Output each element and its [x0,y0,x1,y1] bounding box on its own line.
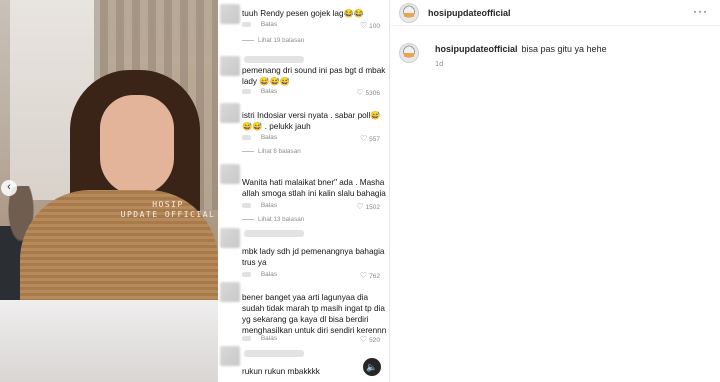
like-count-value: 762 [369,273,380,280]
view-replies-link[interactable]: Lihat 19 balasan [242,37,304,44]
comment-time [242,271,251,277]
avatar[interactable] [220,4,240,24]
avatar[interactable] [220,103,240,123]
avatar[interactable] [220,282,240,302]
reply-button[interactable]: Balas [261,335,277,342]
comment-text: pemenang dri sound ini pas bgt d mbak la… [242,66,386,86]
comment-meta: Balas ♡ 762 [242,271,388,280]
post-photo: HOSIP UPDATE OFFICIAL ‹ [0,0,218,382]
avatar[interactable] [220,228,240,248]
view-replies-label: Lihat 19 balasan [258,37,305,44]
watermark-line-1: HOSIP [152,200,184,209]
divider [242,39,254,41]
heart-icon[interactable]: ♡ [360,21,367,30]
heart-icon[interactable]: ♡ [356,202,363,211]
username-blur [244,56,304,63]
caption-avatar[interactable] [399,43,419,63]
view-replies-label: Lihat 13 balasan [258,216,305,223]
comment-meta: Balas ♡ 1502 [242,202,388,211]
more-options-icon[interactable]: ··· [693,4,708,18]
comment-text: bener banget yaa arti lagunyaa dia sudah… [242,293,387,335]
caption-username[interactable]: hosipupdateofficial [435,44,518,54]
post-username[interactable]: hosipupdateofficial [428,8,511,18]
reply-button[interactable]: Balas [261,21,277,28]
post-time[interactable]: 1d [435,59,443,68]
comment-meta: Balas ♡ 100 [242,21,388,30]
avatar[interactable] [220,346,240,366]
username-blur [244,350,304,357]
view-replies-link[interactable]: Lihat 8 balasan [242,148,301,155]
reply-button[interactable]: Balas [261,134,277,141]
post-caption: hosipupdateofficial bisa pas gitu ya hehe [435,44,607,54]
caption-text: bisa pas gitu ya hehe [521,44,607,54]
heart-icon[interactable]: ♡ [360,335,367,344]
comment-text: istri Indosiar versi nyata . sabar poll😅… [242,111,381,131]
heart-icon[interactable]: ♡ [356,88,363,97]
heart-icon[interactable]: ♡ [360,134,367,143]
divider [242,218,254,220]
comment-time [242,202,251,208]
like-count[interactable]: ♡ 1502 [356,202,380,211]
username-blur [244,230,304,237]
reply-button[interactable]: Balas [261,88,277,95]
avatar[interactable] [399,3,419,23]
comment-time [242,88,251,94]
comment-text: Wanita hati malaikat bner" ada . Masha a… [242,178,386,198]
heart-icon[interactable]: ♡ [360,271,367,280]
comment-text: tuuh Rendy pesen gojek lag😂😂 [242,9,364,18]
avatar[interactable] [220,56,240,76]
like-count[interactable]: ♡ 5306 [356,88,380,97]
comment-meta: Balas ♡ 520 [242,335,388,344]
like-count-value: 557 [369,136,380,143]
like-count[interactable]: ♡ 100 [360,21,380,30]
comment-meta: Balas ♡ 5306 [242,88,388,97]
speaker-icon[interactable]: 🔈 [363,358,381,376]
post-detail-pane: hosipupdateofficial ··· hosipupdateoffic… [391,0,720,382]
like-count-value: 5306 [365,90,380,97]
comment-time [242,134,251,140]
view-replies-link[interactable]: Lihat 13 balasan [242,216,304,223]
like-count[interactable]: ♡ 520 [360,335,380,344]
watermark: HOSIP UPDATE OFFICIAL [118,200,218,220]
comment-meta: Balas ♡ 557 [242,134,388,143]
comment-time [242,335,251,341]
divider [242,150,254,152]
post-header: hosipupdateofficial ··· [391,0,720,26]
like-count-value: 520 [369,337,380,344]
like-count-value: 1502 [365,204,380,211]
reply-button[interactable]: Balas [261,202,277,209]
table-surface [0,300,218,382]
comment-text: mbk lady sdh jd pemenangnya bahagia trus… [242,247,385,267]
chevron-left-icon[interactable]: ‹ [1,180,17,196]
woman-face [100,95,174,195]
avatar[interactable] [220,164,240,184]
comments-panel: tuuh Rendy pesen gojek lag😂😂 Balas ♡ 100 … [218,0,390,382]
like-count-value: 100 [369,23,380,30]
like-count[interactable]: ♡ 557 [360,134,380,143]
watermark-line-2: UPDATE OFFICIAL [120,210,216,219]
like-count[interactable]: ♡ 762 [360,271,380,280]
reply-button[interactable]: Balas [261,271,277,278]
view-replies-label: Lihat 8 balasan [258,148,301,155]
comment-time [242,21,251,27]
